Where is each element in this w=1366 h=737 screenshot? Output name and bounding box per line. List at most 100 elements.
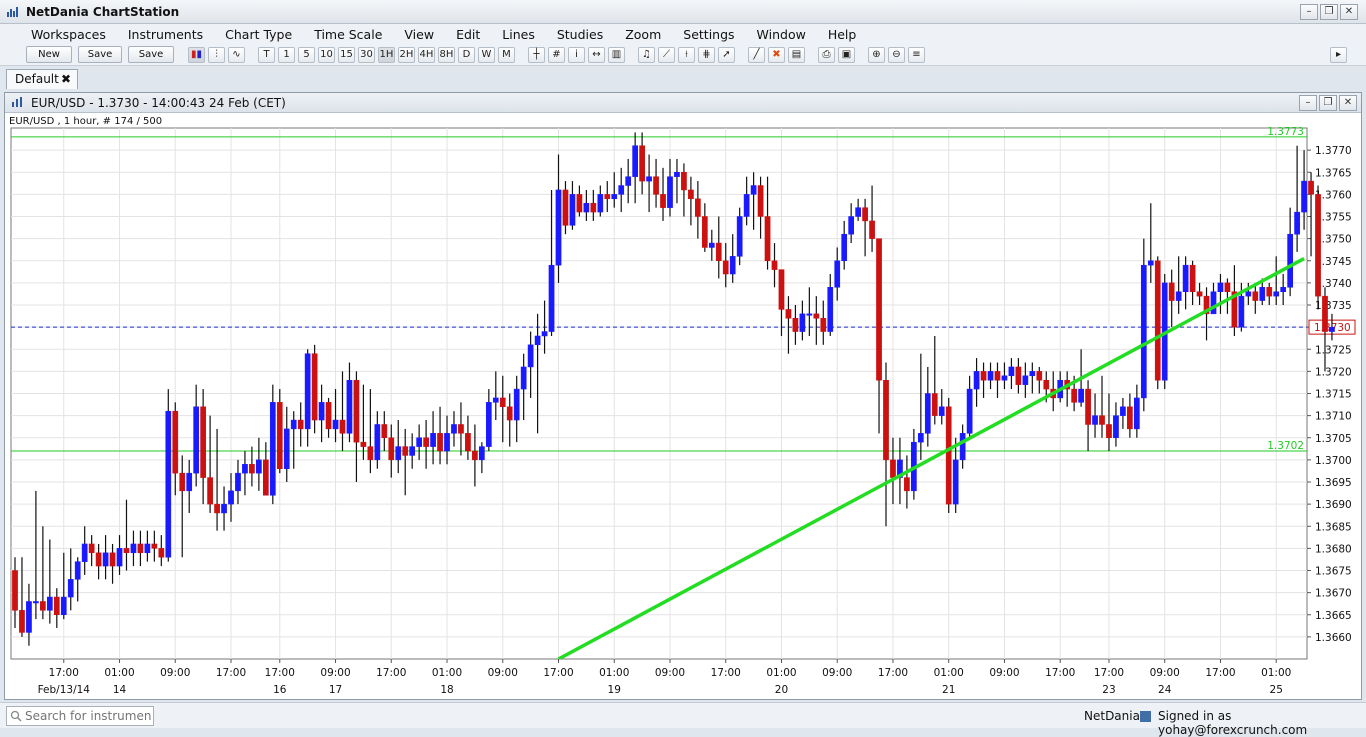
x-tick-time-label: 17:00 bbox=[1045, 667, 1075, 679]
channel-tool-icon[interactable]: ⋕ bbox=[698, 47, 715, 63]
x-tick-date-label: 19 bbox=[608, 684, 621, 696]
timescale-10-button[interactable]: 10 bbox=[318, 47, 335, 63]
candle-body bbox=[1022, 375, 1029, 385]
delete-all-icon[interactable]: ▤ bbox=[788, 47, 805, 63]
candle-body bbox=[207, 477, 213, 505]
timescale-t-button[interactable]: T bbox=[258, 47, 275, 63]
price-chart[interactable]: EUR/USD , 1 hour, # 174 / 500 1.3660 1.366… bbox=[5, 114, 1361, 700]
candle-body bbox=[485, 402, 492, 447]
candle-body bbox=[1106, 424, 1112, 439]
candle-body bbox=[1029, 371, 1036, 377]
x-tick-time-label: 17:00 bbox=[543, 667, 573, 679]
candle-body bbox=[625, 176, 632, 186]
candle-body bbox=[904, 477, 910, 492]
candle-body bbox=[179, 472, 186, 492]
chart-restore-icon[interactable]: ❐ bbox=[1319, 95, 1337, 111]
timescale-5-button[interactable]: 5 bbox=[298, 47, 315, 63]
chart-app-icon bbox=[7, 7, 18, 17]
timescale-15-button[interactable]: 15 bbox=[338, 47, 355, 63]
candle-body bbox=[590, 202, 597, 213]
candle-body bbox=[479, 446, 485, 461]
timescale-d-button[interactable]: D bbox=[458, 47, 475, 63]
new-button[interactable]: New bbox=[26, 46, 72, 63]
menu-edit[interactable]: Edit bbox=[445, 27, 491, 42]
chart-minimize-icon[interactable]: – bbox=[1299, 95, 1317, 111]
candle-body bbox=[318, 402, 325, 421]
toolbar-settings-icon[interactable]: ▸ bbox=[1330, 47, 1347, 63]
menu-view[interactable]: View bbox=[393, 27, 445, 42]
tab-default[interactable]: Default ✖ bbox=[6, 69, 78, 89]
line-chart-icon[interactable]: ∿ bbox=[228, 47, 245, 63]
timescale-30-button[interactable]: 30 bbox=[358, 47, 375, 63]
candle-body bbox=[193, 406, 200, 474]
candle-body bbox=[966, 388, 973, 434]
menu-time-scale[interactable]: Time Scale bbox=[303, 27, 393, 42]
search-input[interactable] bbox=[6, 706, 154, 726]
crosshair-icon[interactable]: ┼ bbox=[528, 47, 545, 63]
app-titlebar: NetDania ChartStation – ❐ ✕ bbox=[0, 0, 1366, 24]
zoom-reset-icon[interactable]: ≡ bbox=[908, 47, 925, 63]
info-icon[interactable]: i bbox=[568, 47, 585, 63]
timescale-2h-button[interactable]: 2H bbox=[398, 47, 415, 63]
timescale-w-button[interactable]: W bbox=[478, 47, 495, 63]
draw-line-icon[interactable]: ╱ bbox=[748, 47, 765, 63]
candle-body bbox=[102, 552, 109, 567]
menu-studies[interactable]: Studies bbox=[546, 27, 614, 42]
candle-body bbox=[813, 313, 820, 319]
candle-body bbox=[130, 543, 137, 554]
timescale-1h-button[interactable]: 1H bbox=[378, 47, 395, 63]
cursor-icon[interactable]: ➚ bbox=[718, 47, 735, 63]
candle-body bbox=[1036, 371, 1043, 381]
menu-window[interactable]: Window bbox=[746, 27, 817, 42]
candle-body bbox=[729, 256, 736, 275]
candlestick-chart-icon[interactable]: ▮▮ bbox=[188, 47, 205, 63]
x-tick-time-label: 17:00 bbox=[878, 667, 908, 679]
candle-body bbox=[848, 216, 855, 235]
close-icon[interactable]: ✕ bbox=[1340, 4, 1358, 20]
restore-icon[interactable]: ❐ bbox=[1320, 4, 1338, 20]
candle-body bbox=[834, 260, 841, 288]
menu-workspaces[interactable]: Workspaces bbox=[20, 27, 117, 42]
menu-zoom[interactable]: Zoom bbox=[614, 27, 672, 42]
candle-body bbox=[632, 145, 639, 177]
expand-icon[interactable]: ↔ bbox=[588, 47, 605, 63]
fib-tool-icon[interactable]: ⟊ bbox=[678, 47, 695, 63]
candle-body bbox=[228, 490, 234, 505]
chart-close-icon[interactable]: ✕ bbox=[1339, 95, 1357, 111]
candle-body bbox=[416, 437, 422, 447]
delete-lines-icon[interactable]: ✖ bbox=[768, 47, 785, 63]
save-as-button[interactable]: Save as... bbox=[128, 46, 174, 75]
zoom-in-icon[interactable]: ⊕ bbox=[868, 47, 885, 63]
bell-icon[interactable]: ♫ bbox=[638, 47, 655, 63]
print-icon[interactable]: ⎙ bbox=[818, 47, 835, 63]
bar-chart-icon[interactable]: ⫶ bbox=[208, 47, 225, 63]
timescale-1-button[interactable]: 1 bbox=[278, 47, 295, 63]
workspace-tabbar: Default ✖ bbox=[0, 66, 1366, 90]
candle-body bbox=[249, 464, 255, 474]
volume-icon[interactable]: ▥ bbox=[608, 47, 625, 63]
menu-settings[interactable]: Settings bbox=[672, 27, 745, 42]
print-preview-icon[interactable]: ▣ bbox=[838, 47, 855, 63]
candle-body bbox=[402, 446, 409, 456]
menu-help[interactable]: Help bbox=[817, 27, 868, 42]
candle-body bbox=[513, 388, 520, 421]
x-tick-date-label: 16 bbox=[273, 684, 287, 696]
candle-body bbox=[165, 410, 172, 558]
minimize-icon[interactable]: – bbox=[1300, 4, 1318, 20]
candle-body bbox=[472, 450, 478, 461]
timescale-m-button[interactable]: M bbox=[498, 47, 515, 63]
candle-body bbox=[1147, 260, 1154, 266]
timescale-4h-button[interactable]: 4H bbox=[418, 47, 435, 63]
menu-instruments[interactable]: Instruments bbox=[117, 27, 214, 42]
candle-body bbox=[1175, 291, 1182, 301]
candle-body bbox=[1196, 291, 1203, 297]
tab-close-icon[interactable]: ✖ bbox=[61, 70, 71, 88]
trendline-tool-icon[interactable]: ⟋ bbox=[658, 47, 675, 63]
timescale-8h-button[interactable]: 8H bbox=[438, 47, 455, 63]
candle-body bbox=[695, 198, 701, 217]
save-button[interactable]: Save bbox=[78, 46, 122, 63]
zoom-out-icon[interactable]: ⊖ bbox=[888, 47, 905, 63]
menu-lines[interactable]: Lines bbox=[491, 27, 546, 42]
menu-chart-type[interactable]: Chart Type bbox=[214, 27, 303, 42]
grid-icon[interactable]: # bbox=[548, 47, 565, 63]
